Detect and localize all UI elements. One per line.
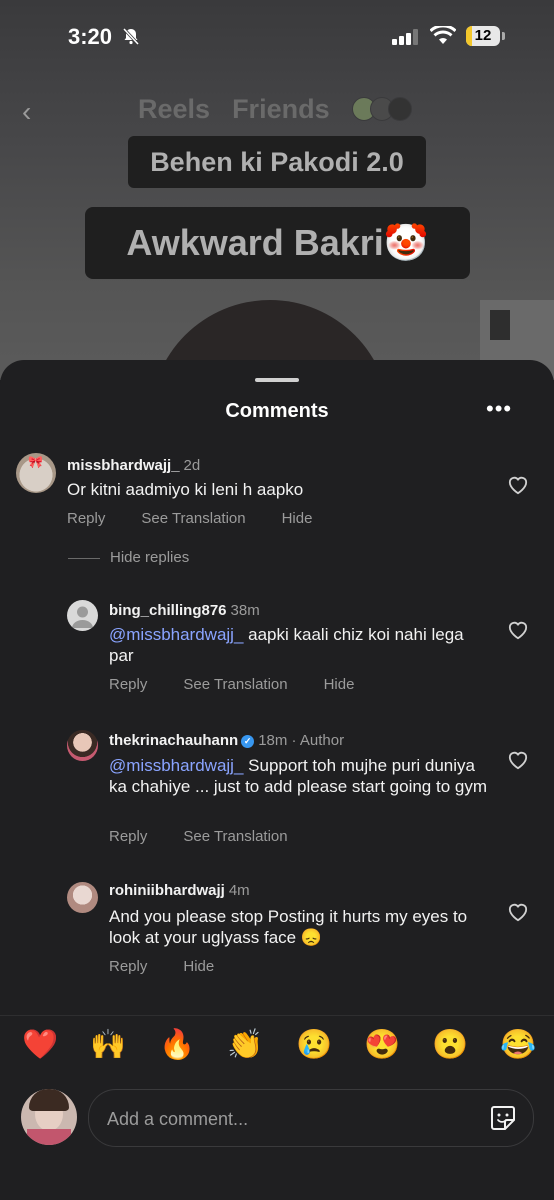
comment-actions: Reply See Translation Hide [67, 510, 348, 527]
tab-friends[interactable]: Friends [232, 94, 330, 124]
mention-link[interactable]: @missbhardwajj_ [109, 625, 243, 644]
avatar[interactable]: 🎀 [16, 453, 56, 493]
comment-actions: Reply See Translation Hide [109, 676, 390, 693]
cellular-signal-icon [392, 29, 418, 45]
hide-button[interactable]: Hide [324, 676, 355, 693]
reel-caption-main: Awkward Bakri🤡 [85, 207, 470, 279]
comment-text: @missbhardwajj_ aapki kaali chiz koi nah… [109, 624, 489, 666]
comment-text: And you please stop Posting it hurts my … [109, 907, 468, 947]
comment-text: @missbhardwajj_ Support toh mujhe puri d… [109, 755, 489, 797]
username-text[interactable]: bing_chilling876 [109, 602, 227, 619]
default-user-icon [72, 606, 93, 628]
heart-icon[interactable] [507, 902, 529, 922]
see-translation-button[interactable]: See Translation [141, 510, 245, 527]
tab-reels[interactable]: Reels [138, 94, 210, 124]
see-translation-button[interactable]: See Translation [183, 676, 287, 693]
battery-indicator: 12 [466, 26, 500, 46]
heart-icon[interactable] [507, 750, 529, 770]
sheet-drag-handle[interactable] [255, 378, 299, 382]
comment-text: Or kitni aadmiyo ki leni h aapko [67, 480, 304, 499]
reply-button[interactable]: Reply [109, 958, 147, 975]
comment-username[interactable]: missbhardwajj_ 2d [67, 457, 200, 474]
emoji-raised-hands[interactable]: 🙌 [90, 1028, 126, 1062]
hide-replies-label[interactable]: Hide replies [110, 549, 189, 566]
emoji-reaction-bar: ❤️ 🙌 🔥 👏 😢 😍 😮 😂 [0, 1015, 554, 1066]
friend-avatar [388, 97, 412, 121]
comment-input-container[interactable] [88, 1089, 534, 1147]
reply-button[interactable]: Reply [109, 828, 147, 845]
reel-caption-top: Behen ki Pakodi 2.0 [128, 136, 426, 188]
comment-time: 18m · Author [258, 732, 345, 749]
emoji-crying[interactable]: 😢 [296, 1028, 332, 1062]
emoji-heart[interactable]: ❤️ [22, 1028, 58, 1062]
more-options-icon[interactable]: ••• [486, 396, 512, 422]
comment-actions: Reply See Translation [109, 828, 324, 845]
my-avatar[interactable] [21, 1089, 77, 1145]
mention-link[interactable]: @missbhardwajj_ [109, 756, 243, 775]
sheet-title: Comments [225, 400, 329, 422]
status-bar: 3:20 12 [0, 0, 554, 74]
bell-muted-icon [122, 27, 140, 45]
comment-username[interactable]: rohiniibhardwajj 4m [109, 882, 250, 899]
reel-building-window [490, 310, 510, 340]
emoji-laughing[interactable]: 😂 [500, 1028, 536, 1062]
hide-replies-button[interactable]: Hide replies [68, 549, 189, 566]
username-text[interactable]: thekrinachauhann [109, 732, 238, 749]
comment-input-row [0, 1076, 554, 1156]
bow-icon: 🎀 [28, 455, 43, 469]
username-text[interactable]: rohiniibhardwajj [109, 882, 225, 899]
comment-actions: Reply Hide [109, 958, 250, 975]
reels-tabs: Reels Friends [138, 94, 352, 125]
emoji-heart-eyes[interactable]: 😍 [364, 1028, 400, 1062]
verified-badge-icon: ✓ [241, 734, 255, 748]
wifi-icon [430, 26, 456, 44]
emoji-fire[interactable]: 🔥 [159, 1028, 195, 1062]
comment-username[interactable]: bing_chilling876 38m [109, 602, 260, 619]
battery-tip [502, 32, 505, 40]
emoji-clap[interactable]: 👏 [227, 1028, 263, 1062]
avatar[interactable] [67, 730, 98, 761]
reply-button[interactable]: Reply [67, 510, 105, 527]
sticker-icon[interactable] [489, 1104, 517, 1132]
reply-button[interactable]: Reply [109, 676, 147, 693]
avatar[interactable] [67, 600, 98, 631]
heart-icon[interactable] [507, 475, 529, 495]
comment-input[interactable] [105, 1106, 469, 1132]
username-text[interactable]: missbhardwajj_ [67, 457, 180, 474]
avatar-hair [29, 1089, 69, 1111]
comments-sheet: Comments ••• 🎀 missbhardwajj_ 2d Or kitni… [0, 360, 554, 1200]
hide-button[interactable]: Hide [183, 958, 214, 975]
friends-avatars [352, 97, 412, 126]
avatar[interactable] [67, 882, 98, 913]
see-translation-button[interactable]: See Translation [183, 828, 287, 845]
heart-icon[interactable] [507, 620, 529, 640]
status-time: 3:20 [68, 24, 113, 49]
back-chevron-icon[interactable]: ‹ [22, 96, 31, 128]
comment-time: 38m [230, 602, 260, 619]
avatar-outfit [27, 1129, 71, 1145]
comment-time: 2d [183, 457, 201, 474]
emoji-surprised[interactable]: 😮 [432, 1028, 468, 1062]
comment-time: 4m [228, 882, 250, 899]
comment-username[interactable]: thekrinachauhann ✓ 18m · Author [109, 732, 344, 749]
hide-button[interactable]: Hide [282, 510, 313, 527]
